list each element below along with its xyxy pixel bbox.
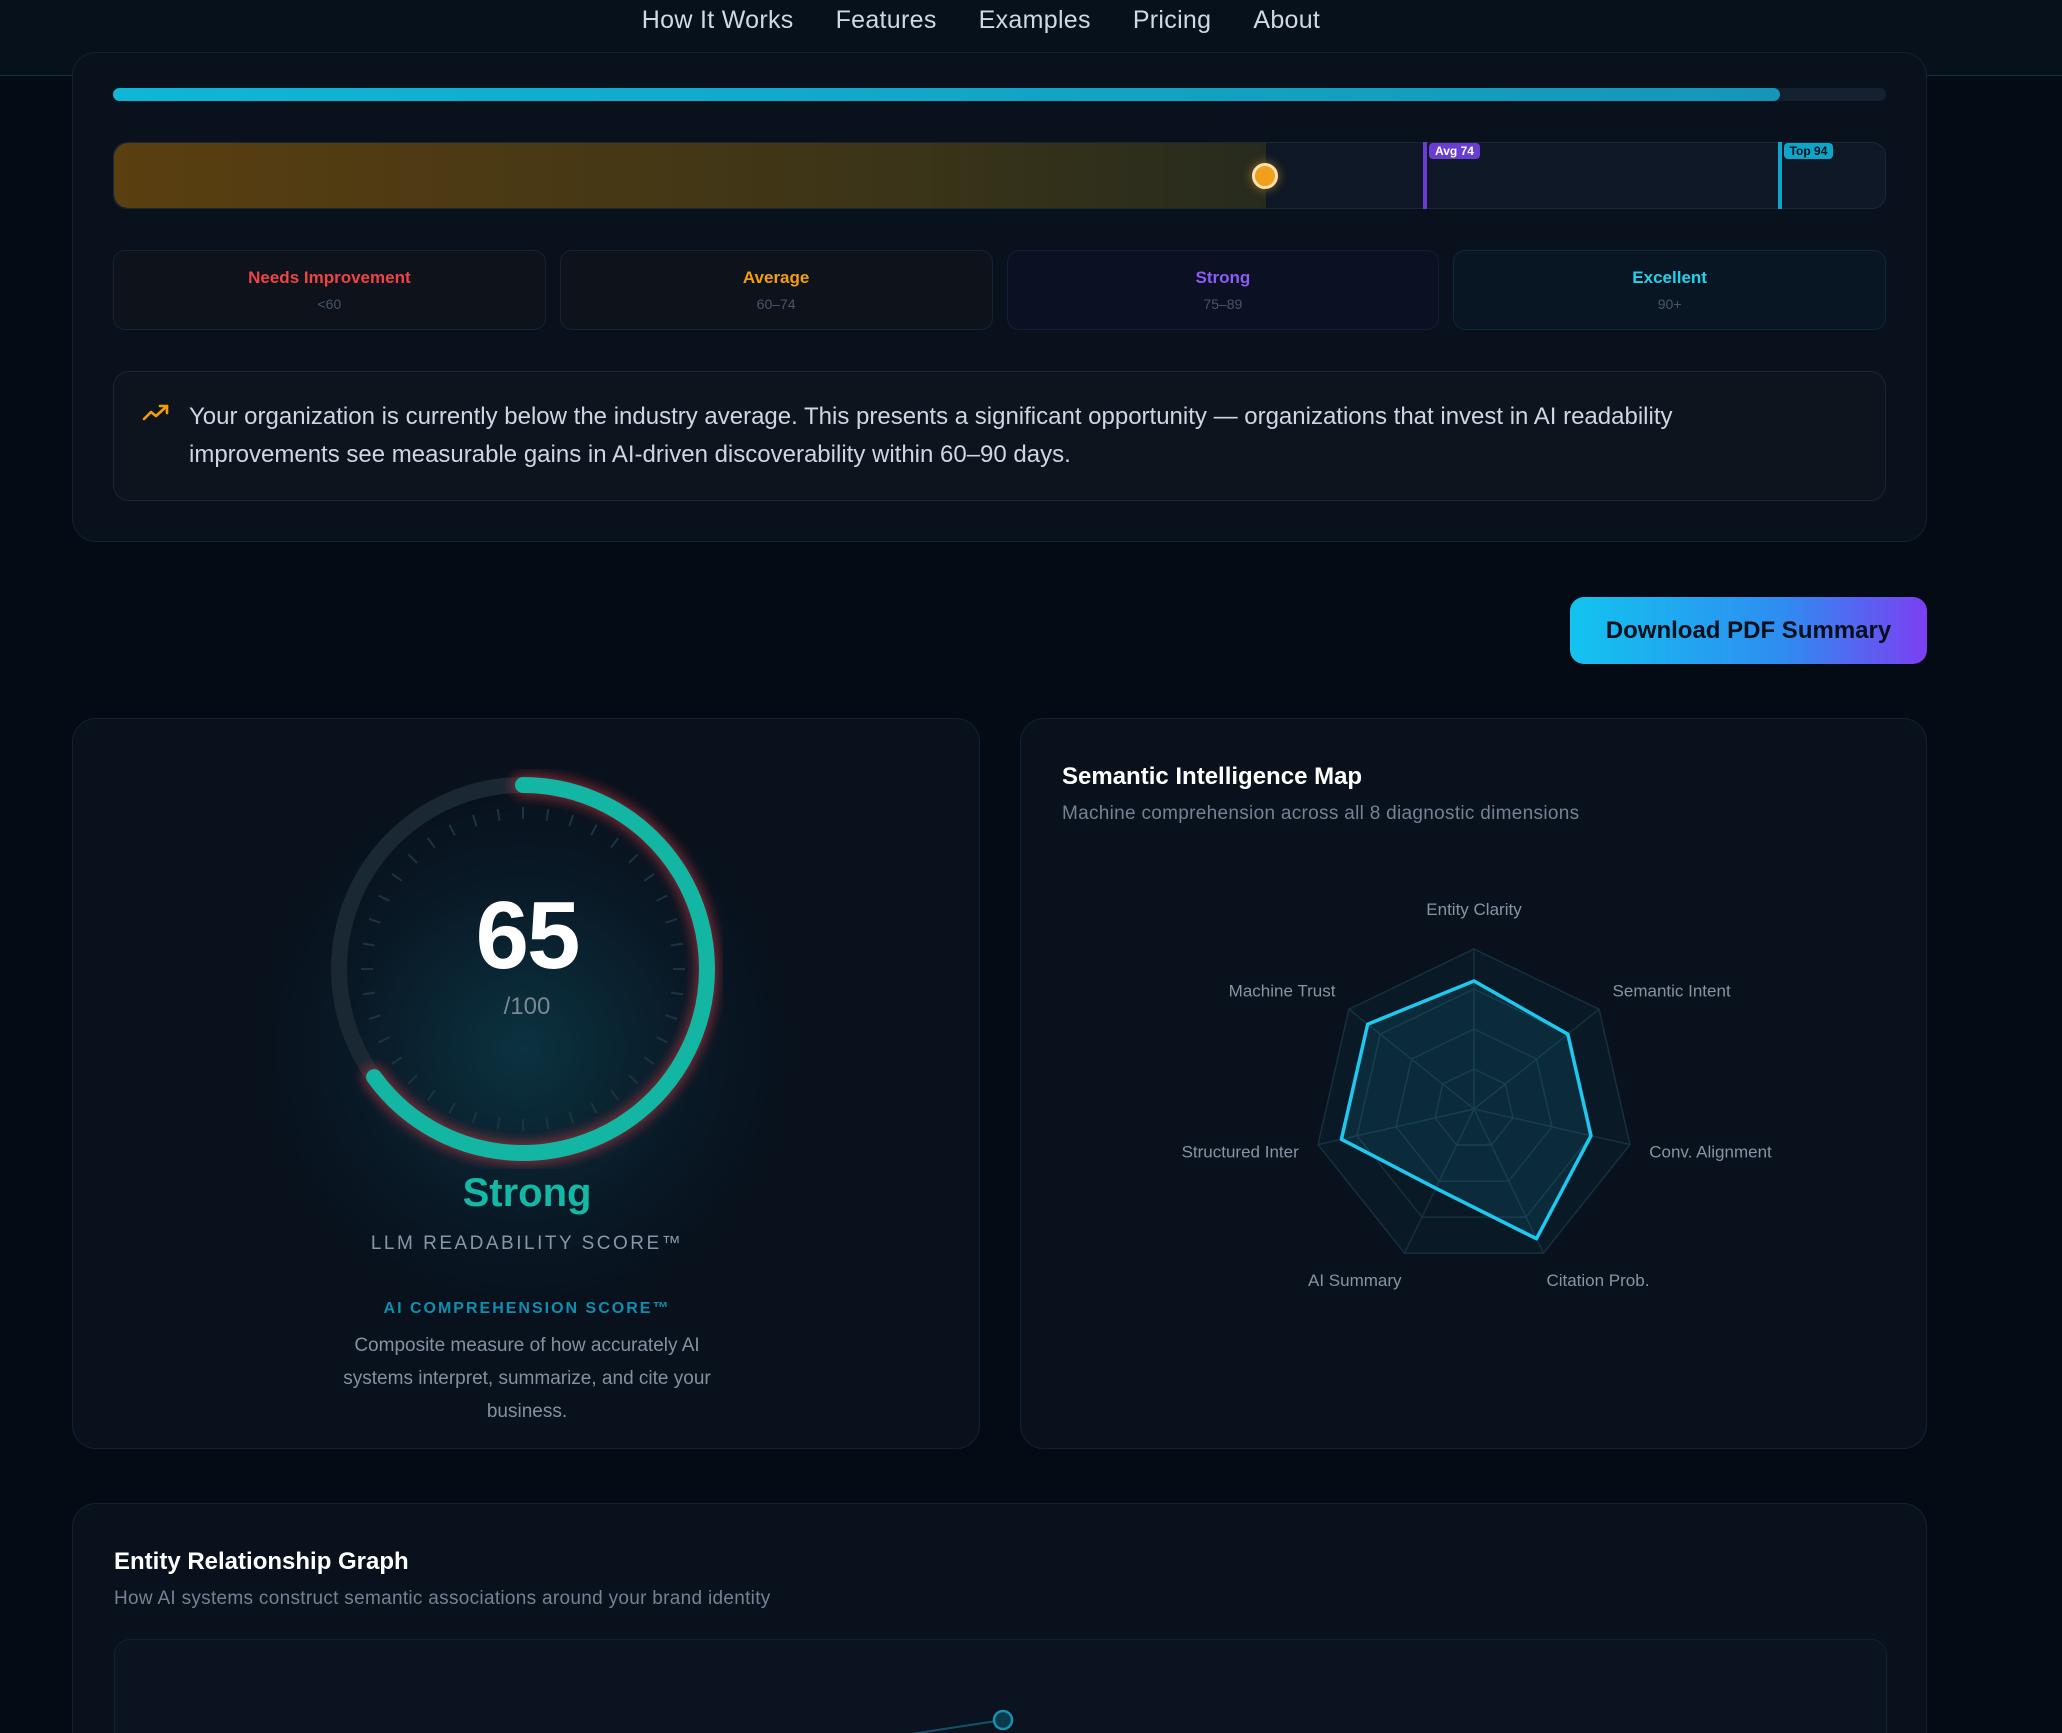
entity-graph xyxy=(911,1709,1014,1733)
tier-excellent: Excellent 90+ xyxy=(1453,250,1886,330)
entity-card: Entity Relationship Graph How AI systems… xyxy=(72,1503,1927,1733)
insight-text: Your organization is currently below the… xyxy=(189,403,1673,468)
gauge-tick xyxy=(590,1102,598,1114)
gauge-tick xyxy=(426,1089,436,1101)
tier-strong: Strong 75–89 xyxy=(1006,250,1440,330)
gauge-tick xyxy=(426,837,436,849)
avg-marker-label: Avg 74 xyxy=(1429,143,1480,159)
gauge-tick xyxy=(407,853,418,864)
trending-up-icon xyxy=(142,404,169,421)
entity-title: Entity Relationship Graph xyxy=(114,1548,409,1575)
gauge-tick xyxy=(378,1036,390,1044)
tier-name: Average xyxy=(742,268,810,287)
tier-range: 60–74 xyxy=(756,296,796,312)
radar-axis-label: AI Summary xyxy=(1308,1271,1402,1290)
gauge-tick xyxy=(496,808,501,822)
tier-name: Strong xyxy=(1195,268,1251,287)
entity-edge xyxy=(911,1719,1004,1733)
gauge-tick xyxy=(610,1089,620,1101)
score-card: 65 /100 Strong LLM READABILITY SCORE™ AI… xyxy=(72,718,980,1449)
gauge-tick xyxy=(545,1116,550,1130)
score-max: /100 xyxy=(503,993,551,1020)
score-sub-label: AI COMPREHENSION SCORE™ xyxy=(383,1300,671,1317)
tier-needs-improvement: Needs Improvement <60 xyxy=(113,250,546,330)
download-pdf-button[interactable]: Download PDF Summary xyxy=(1570,597,1927,664)
nav-examples[interactable]: Examples xyxy=(958,6,1112,35)
radar-card: Semantic Intelligence Map Machine compre… xyxy=(1020,718,1927,1449)
progress-fill xyxy=(113,88,1780,101)
gauge-tick xyxy=(643,872,655,882)
radar-axis-label: Machine Trust xyxy=(1229,982,1336,1001)
gauge-tick xyxy=(448,1102,456,1114)
tier-range: <60 xyxy=(317,296,342,312)
tier-name: Excellent xyxy=(1632,268,1707,287)
radar-axis-label: Citation Prob. xyxy=(1546,1271,1649,1290)
benchmark-bar xyxy=(113,142,1886,209)
radar-axis-label: Structured Inter xyxy=(1182,1142,1300,1161)
gauge-tick xyxy=(545,808,550,822)
radar-subtitle: Machine comprehension across all 8 diagn… xyxy=(1062,803,1580,824)
radar-axis-label: Entity Clarity xyxy=(1426,900,1522,919)
score-rating: Strong xyxy=(462,1171,592,1215)
tier-range: 90+ xyxy=(1657,296,1682,312)
radar-axis-label: Semantic Intent xyxy=(1613,982,1731,1001)
gauge-tick xyxy=(496,1116,501,1130)
avg-marker xyxy=(1423,142,1428,209)
gauge-tick xyxy=(590,824,598,836)
score-label: LLM READABILITY SCORE™ xyxy=(370,1233,684,1254)
gauge-tick xyxy=(407,1074,418,1085)
nav-how-it-works[interactable]: How It Works xyxy=(621,6,815,35)
tier-name: Needs Improvement xyxy=(248,268,411,287)
progress-track xyxy=(113,88,1886,101)
entity-subtitle: How AI systems construct semantic associ… xyxy=(114,1588,771,1609)
radar-chart: Entity Clarity Semantic Intent Conv. Align… xyxy=(1182,900,1772,1290)
nav-about[interactable]: About xyxy=(1232,6,1341,35)
top-marker-label: Top 94 xyxy=(1783,143,1834,159)
entity-node[interactable] xyxy=(992,1709,1014,1731)
tier-average: Average 60–74 xyxy=(559,250,993,330)
radar-title: Semantic Intelligence Map xyxy=(1062,763,1363,790)
gauge-tick xyxy=(471,1111,478,1124)
score-value: 65 xyxy=(475,882,581,989)
gauge-tick xyxy=(568,814,575,827)
gauge-tick xyxy=(656,1036,668,1044)
gauge-tick xyxy=(391,872,403,882)
tier-range: 75–89 xyxy=(1203,296,1243,312)
score-description: Composite measure of how accurately AI s… xyxy=(343,1335,711,1422)
gauge-tick xyxy=(391,1056,403,1066)
tier-legend: Needs Improvement <60 Average 60–74 Stro… xyxy=(113,250,1886,330)
gauge-tick xyxy=(568,1111,575,1124)
gauge-tick xyxy=(448,824,456,836)
nav-links: How It Works Features Examples Pricing A… xyxy=(0,6,2062,35)
insight-callout: Your organization is currently below the… xyxy=(113,371,1886,501)
gauge-tick xyxy=(628,853,639,864)
gauge-tick xyxy=(628,1074,639,1085)
nav-pricing[interactable]: Pricing xyxy=(1112,6,1233,35)
entity-graph-canvas xyxy=(114,1639,1887,1733)
radar-axis-label: Conv. Alignment xyxy=(1649,1142,1772,1161)
gauge-tick xyxy=(643,1056,655,1066)
gauge-tick xyxy=(471,814,478,827)
top-marker xyxy=(1777,142,1782,209)
gauge-tick xyxy=(610,837,620,849)
nav-features[interactable]: Features xyxy=(815,6,958,35)
benchmark-fill xyxy=(114,143,1267,208)
